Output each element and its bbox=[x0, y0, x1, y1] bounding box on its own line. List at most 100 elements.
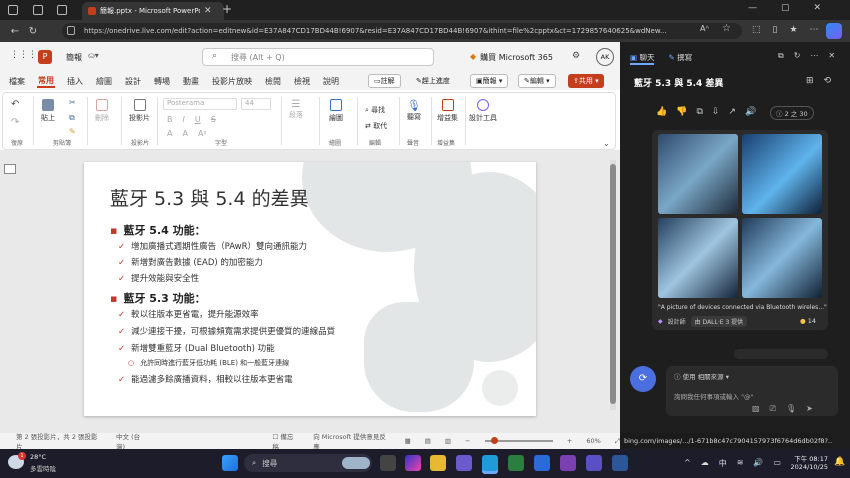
copy-icon[interactable]: ⧉ bbox=[69, 113, 75, 123]
temperature[interactable]: 28°C bbox=[30, 453, 46, 461]
word-icon[interactable] bbox=[612, 455, 628, 471]
new-slide-button[interactable]: 投影片 bbox=[129, 99, 150, 123]
present-button[interactable]: ▣ 簡報 ▾ bbox=[470, 74, 509, 88]
font-size-select[interactable]: 44 bbox=[241, 98, 271, 110]
refresh-icon[interactable]: ↻ bbox=[24, 26, 42, 37]
new-tab-button[interactable]: + bbox=[222, 2, 232, 16]
edit-mode-button[interactable]: ✎ 編輯 ▾ bbox=[518, 74, 556, 88]
profile-icon[interactable] bbox=[8, 5, 18, 15]
clear-format-icon[interactable]: Aᵡ bbox=[198, 129, 206, 138]
volume-icon[interactable]: 🔊 bbox=[753, 458, 763, 469]
more-options-icon[interactable]: ⋯ bbox=[810, 51, 818, 61]
task-view-icon[interactable] bbox=[380, 455, 396, 471]
draw-button[interactable]: 繪圖 bbox=[329, 99, 343, 123]
image-caption[interactable]: "A picture of devices connected via Blue… bbox=[658, 304, 827, 311]
tab-design[interactable]: 設計 bbox=[124, 76, 142, 87]
zoom-slider[interactable] bbox=[484, 437, 553, 444]
copilot-taskbar-icon[interactable] bbox=[405, 455, 421, 471]
chevron-up-icon[interactable]: ^ bbox=[684, 458, 691, 469]
url-field[interactable]: https://onedrive.live.com/edit?action=ed… bbox=[62, 23, 742, 39]
app-icon[interactable] bbox=[456, 455, 472, 471]
find-button[interactable]: ⌕ 尋找 bbox=[365, 105, 385, 115]
vertical-scrollbar[interactable] bbox=[610, 160, 616, 410]
suggestion-chip[interactable] bbox=[734, 349, 828, 359]
split-screen-icon[interactable]: ▯ bbox=[773, 25, 778, 35]
app-icon[interactable] bbox=[560, 455, 576, 471]
thumbnail-pane-icon[interactable] bbox=[4, 164, 16, 174]
slide-canvas[interactable]: 藍牙 5.3 與 5.4 的差異 ▪ 藍牙 5.4 功能： ✓ 增加廣播式週期性廣告… bbox=[84, 162, 536, 416]
open-new-icon[interactable]: ⧉ bbox=[778, 51, 784, 61]
font-color-icon[interactable]: A bbox=[182, 129, 187, 138]
cloud-icon[interactable]: ☁ bbox=[701, 458, 709, 469]
source-label[interactable]: 使用 相關來源 bbox=[683, 373, 724, 381]
app-launcher-icon[interactable]: ⋮⋮⋮ bbox=[10, 50, 37, 60]
redo-icon[interactable]: ↷ bbox=[11, 117, 19, 128]
avatar[interactable]: AK bbox=[596, 48, 614, 66]
minimize-icon[interactable]: — bbox=[748, 3, 757, 13]
font-name-select[interactable]: Posterama bbox=[163, 98, 237, 110]
clock-time[interactable]: 下午 08:17 bbox=[788, 453, 828, 463]
document-name[interactable]: 簡報 bbox=[66, 52, 82, 63]
favorites-icon[interactable]: ★ bbox=[789, 25, 797, 35]
comment-button[interactable]: ▭ 註解 bbox=[368, 74, 401, 88]
battery-icon[interactable]: ▭ bbox=[773, 458, 781, 469]
maximize-icon[interactable]: ▢ bbox=[781, 3, 790, 13]
tab-file[interactable]: 檔案 bbox=[8, 76, 26, 87]
refresh-chat-icon[interactable]: ↻ bbox=[794, 51, 801, 61]
generated-image-thumbnail[interactable] bbox=[658, 218, 738, 298]
close-tab-icon[interactable]: ✕ bbox=[204, 6, 212, 16]
chat-input[interactable]: 詢問我任何事項或輸入 "@" bbox=[674, 391, 754, 401]
share-button[interactable]: ⇪ 共用 ▾ bbox=[568, 74, 604, 88]
delete-button[interactable]: 刪除 bbox=[95, 99, 109, 123]
notes-button[interactable]: ☐ 備忘稿 bbox=[272, 431, 299, 451]
addins-button[interactable]: 增益集 bbox=[437, 99, 458, 123]
catchup-button[interactable]: ✎ 趕上進度 bbox=[412, 74, 454, 88]
notification-bell-icon[interactable]: 🔔 bbox=[834, 457, 845, 467]
app-icon[interactable] bbox=[586, 455, 602, 471]
tab-transitions[interactable]: 轉場 bbox=[153, 76, 171, 87]
generated-image-thumbnail[interactable] bbox=[742, 218, 822, 298]
designer-label[interactable]: 設計師 bbox=[668, 317, 686, 326]
layout-icon[interactable]: ⊞ bbox=[806, 76, 814, 86]
zoom-out-icon[interactable]: − bbox=[465, 437, 470, 445]
ribbon-expand-icon[interactable]: ⌄ bbox=[603, 139, 610, 148]
tab-chat[interactable]: ▣ 聊天 bbox=[630, 52, 655, 65]
tab-insert[interactable]: 插入 bbox=[66, 76, 84, 87]
close-sidebar-icon[interactable]: ✕ bbox=[828, 51, 835, 61]
tab-compose[interactable]: ✎ 撰寫 bbox=[668, 52, 692, 65]
mic-icon[interactable]: 🎙 bbox=[786, 404, 796, 414]
strikethrough-icon[interactable]: S bbox=[211, 115, 216, 124]
wifi-icon[interactable]: ≋ bbox=[737, 458, 744, 469]
share-response-icon[interactable]: ↗ bbox=[728, 107, 736, 117]
language[interactable]: 中文 (台灣) bbox=[116, 431, 148, 451]
send-icon[interactable]: ➤ bbox=[806, 404, 813, 414]
format-painter-icon[interactable]: ✎ bbox=[69, 127, 76, 136]
tab-review[interactable]: 檢閱 bbox=[264, 76, 282, 87]
new-topic-button[interactable]: ⟳ bbox=[630, 366, 656, 392]
chat-input-box[interactable]: ⓘ 使用 相關來源 ▾ 詢問我任何事項或輸入 "@" ▨ ⎚ 🎙 ➤ bbox=[666, 366, 838, 416]
feedback-link[interactable]: 向 Microsoft 提供意見反應 bbox=[313, 431, 390, 451]
zoom-in-icon[interactable]: + bbox=[567, 437, 572, 445]
italic-icon[interactable]: I bbox=[183, 115, 185, 124]
tab-home[interactable]: 常用 bbox=[37, 75, 55, 88]
zoom-level[interactable]: 60% bbox=[586, 437, 600, 445]
buy-microsoft-365-link[interactable]: 購買 Microsoft 365 bbox=[480, 52, 553, 63]
tab-actions-icon[interactable] bbox=[57, 5, 67, 15]
generated-image-thumbnail[interactable] bbox=[658, 134, 738, 214]
search-input[interactable]: 搜尋 (Alt + Q) bbox=[202, 48, 434, 66]
undo-icon[interactable]: ↶ bbox=[11, 99, 19, 110]
generated-image-thumbnail[interactable] bbox=[742, 134, 822, 214]
cut-icon[interactable]: ✂ bbox=[69, 98, 76, 107]
clock-date[interactable]: 2024/10/25 bbox=[788, 463, 828, 471]
read-aloud-icon[interactable]: 🔊 bbox=[745, 107, 756, 117]
bold-icon[interactable]: B bbox=[167, 115, 173, 124]
replace-button[interactable]: ⇄ 取代 bbox=[365, 121, 387, 131]
thumbs-down-icon[interactable]: 👎 bbox=[676, 107, 687, 117]
collections-icon[interactable] bbox=[33, 5, 43, 15]
scrollbar-thumb[interactable] bbox=[610, 164, 616, 404]
settings-gear-icon[interactable]: ⚙ bbox=[572, 51, 580, 61]
lock-icon[interactable] bbox=[67, 26, 75, 35]
tab-view[interactable]: 檢視 bbox=[293, 76, 311, 87]
slide-sorter-icon[interactable]: ▤ bbox=[425, 437, 431, 445]
app-icon[interactable] bbox=[508, 455, 524, 471]
